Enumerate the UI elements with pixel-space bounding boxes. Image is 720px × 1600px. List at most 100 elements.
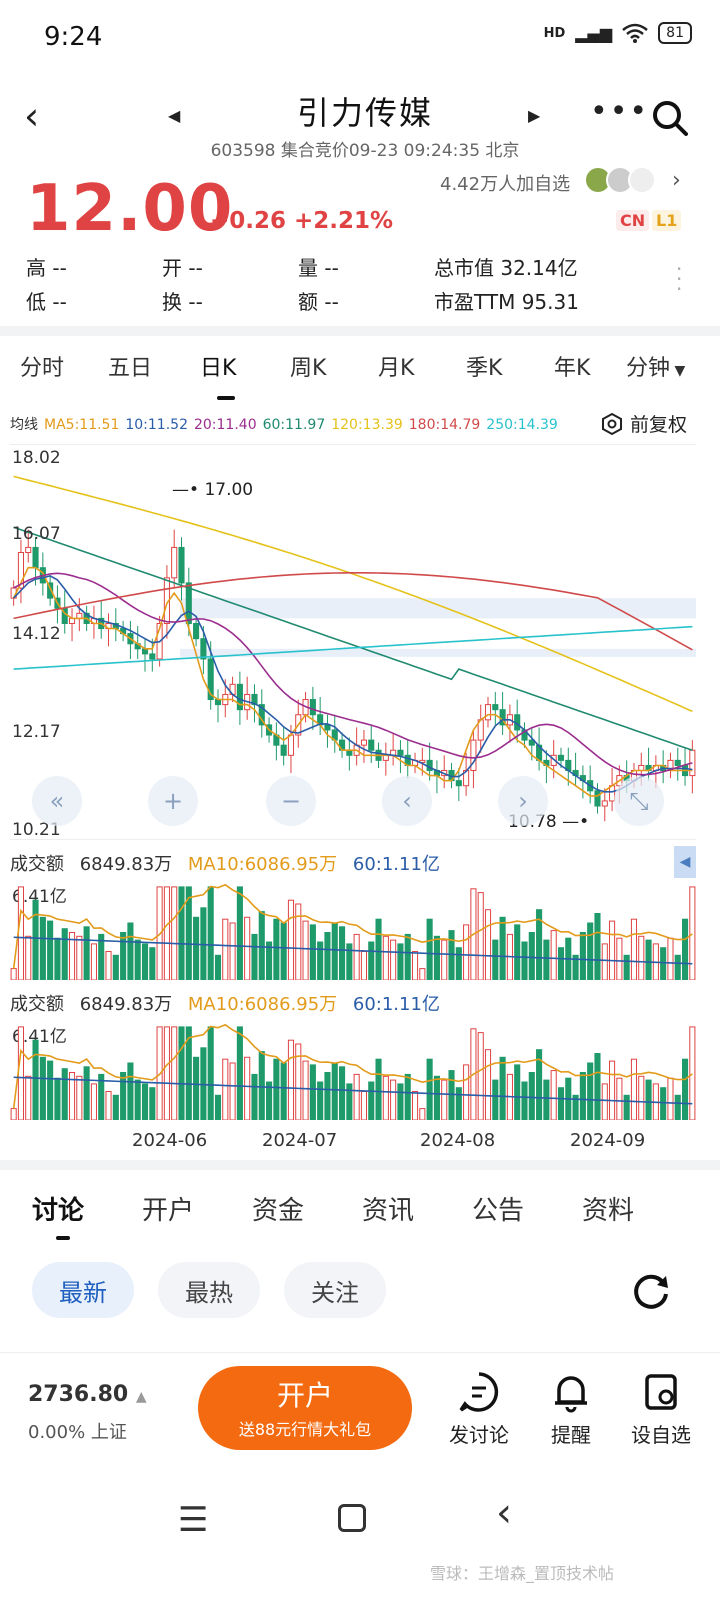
volume-bar	[484, 1049, 492, 1121]
tab-weekly-k[interactable]: 周K	[290, 350, 326, 382]
menu-icon[interactable]: ☰	[178, 1500, 208, 1540]
back-icon[interactable]: ‹	[24, 94, 39, 138]
volume-bar	[550, 930, 557, 981]
volume-bar	[484, 909, 492, 981]
tab-funds[interactable]: 资金	[252, 1190, 304, 1227]
collapse-panel-icon[interactable]: ◀	[674, 846, 696, 878]
filter-following[interactable]: 关注	[284, 1262, 386, 1318]
volume-bar	[681, 918, 689, 981]
volume-bar	[120, 1072, 127, 1121]
tab-minute-line[interactable]: 分时	[20, 350, 64, 382]
tab-daily-k[interactable]: 日K	[200, 350, 236, 382]
open-account-button[interactable]: 开户 送88元行情大礼包	[198, 1366, 412, 1450]
scroll-start-button[interactable]: «	[32, 776, 82, 826]
adjust-toggle[interactable]: 前复权	[600, 410, 687, 437]
tab-profile[interactable]: 资料	[582, 1190, 634, 1227]
volume-bar	[382, 935, 389, 981]
volume-bar	[273, 918, 280, 981]
tab-minutes[interactable]: 分钟 ▼	[626, 350, 685, 382]
volume-bar	[404, 933, 411, 981]
kebab-icon[interactable]: · · ·	[676, 259, 682, 299]
add-watchlist-label: 设自选	[631, 1423, 691, 1447]
volume-bar	[47, 920, 54, 981]
volume-bar	[353, 933, 360, 981]
volume-chart-2[interactable]	[10, 1020, 696, 1121]
stat-value: --	[324, 256, 339, 280]
volume-bar	[47, 1060, 54, 1121]
volume-bar	[54, 937, 61, 981]
active-tab-indicator	[217, 396, 235, 400]
volume-bar	[557, 1087, 565, 1121]
volume-bar	[331, 922, 338, 981]
volume-bar	[236, 886, 243, 981]
resistance-band	[180, 648, 696, 657]
scroll-right-button[interactable]: ›	[498, 776, 548, 826]
next-stock-icon[interactable]: ▶	[528, 106, 540, 125]
fullscreen-button[interactable]: ⤡	[614, 776, 664, 826]
volume-title: 成交额	[10, 854, 64, 875]
volume-bar	[630, 1058, 638, 1121]
volume-bar	[25, 1075, 32, 1121]
volume-bar	[338, 1066, 346, 1121]
back-nav-icon[interactable]: ‹	[496, 1490, 512, 1536]
volume-bar	[411, 951, 419, 981]
volume-svg	[10, 1023, 696, 1121]
zoom-out-button[interactable]: −	[266, 776, 316, 826]
kline-chart[interactable]	[10, 444, 696, 840]
home-icon[interactable]	[338, 1504, 366, 1532]
follower-avatars[interactable]	[584, 166, 656, 194]
zoom-in-button[interactable]: +	[148, 776, 198, 826]
filter-latest[interactable]: 最新	[32, 1262, 134, 1318]
tab-yearly-k[interactable]: 年K	[554, 350, 590, 382]
stat-open: 开 --	[162, 252, 203, 281]
add-watchlist-button[interactable]: 设自选	[616, 1370, 706, 1448]
volume-bar	[601, 1083, 608, 1121]
volume-bar	[214, 1094, 222, 1121]
volume-bar	[149, 1087, 156, 1121]
volume-chart[interactable]	[10, 880, 696, 981]
volume-bar	[346, 1083, 353, 1121]
volume-bar	[331, 1062, 338, 1121]
alert-button[interactable]: 提醒	[526, 1370, 616, 1448]
l1-badge: L1	[652, 210, 682, 231]
volume-bar	[455, 947, 462, 981]
candle-body	[397, 749, 404, 756]
alert-label: 提醒	[551, 1423, 591, 1447]
filter-hottest[interactable]: 最热	[158, 1262, 260, 1318]
volume-bar	[76, 935, 83, 981]
volume-bar	[441, 1079, 448, 1121]
tab-open-account[interactable]: 开户	[142, 1190, 194, 1227]
tab-announcements[interactable]: 公告	[472, 1190, 524, 1227]
candle-body	[200, 638, 207, 660]
volume-bar	[207, 1026, 214, 1121]
volume-bar	[594, 913, 601, 981]
scroll-left-button[interactable]: ‹	[382, 776, 432, 826]
post-discussion-button[interactable]: 发讨论	[434, 1370, 524, 1448]
tab-quarterly-k[interactable]: 季K	[466, 350, 502, 382]
candle-body	[368, 739, 375, 751]
volume-bar	[623, 1094, 630, 1121]
avatar	[628, 166, 656, 194]
volume-bar	[689, 886, 696, 981]
tab-discussion[interactable]: 讨论	[32, 1190, 84, 1227]
tab-minutes-label: 分钟	[626, 356, 671, 381]
volume-bar	[528, 1072, 535, 1121]
chevron-right-icon[interactable]: ›	[672, 168, 681, 193]
volume-bar	[667, 937, 674, 981]
network-indicator: HD	[543, 25, 566, 41]
ma-legend-item: 250:14.39	[486, 417, 558, 433]
followers-count[interactable]: 4.42万人加自选	[440, 170, 570, 196]
tab-monthly-k[interactable]: 月K	[378, 350, 414, 382]
y-tick-label: 12.17	[12, 722, 61, 742]
candle-body	[25, 546, 32, 553]
volume-bar	[39, 916, 46, 981]
index-value[interactable]: 2736.80 ▲	[28, 1382, 147, 1407]
search-icon[interactable]	[650, 98, 690, 138]
volume-bar	[674, 954, 681, 981]
volume-bar	[229, 1062, 236, 1121]
more-icon[interactable]: •••	[590, 94, 649, 129]
tab-five-day[interactable]: 五日	[108, 350, 152, 382]
tab-news[interactable]: 资讯	[362, 1190, 414, 1227]
refresh-icon[interactable]	[630, 1270, 672, 1312]
volume-bar	[638, 1075, 645, 1121]
